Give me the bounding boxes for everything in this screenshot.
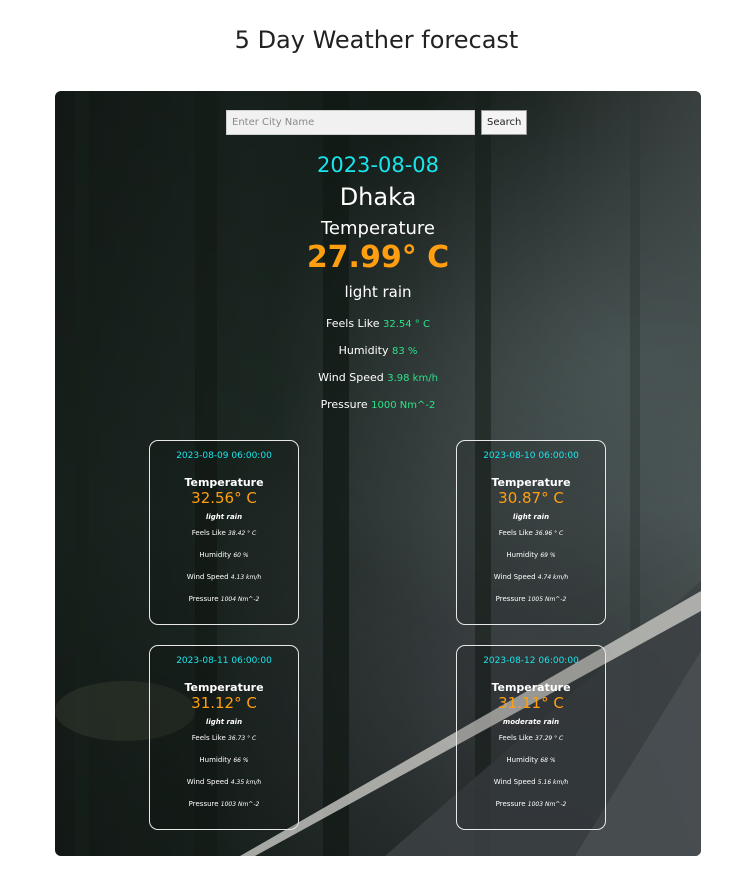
forecast-feels-like: Feels Like 38.42 ° C [150, 529, 298, 537]
stat-label: Feels Like [498, 734, 533, 742]
stat-value: 83 % [391, 346, 418, 357]
stat-label: Humidity [506, 551, 539, 559]
forecast-pressure: Pressure 1004 Nm^-2 [150, 595, 298, 603]
forecast-humidity: Humidity 60 % [150, 551, 298, 559]
stat-label: Humidity [199, 551, 232, 559]
forecast-temperature-label: Temperature [184, 681, 264, 694]
stat-value: 36.96 ° C [535, 530, 564, 537]
stat-label: Pressure [320, 398, 368, 411]
stat-value: 5.16 km/h [537, 779, 569, 786]
current-temperature-label: Temperature [320, 218, 436, 239]
stat-label: Humidity [506, 756, 539, 764]
forecast-temperature: 31.11° C [498, 694, 564, 712]
current-city: Dhaka [339, 183, 417, 211]
stat-label: Feels Like [191, 529, 226, 537]
forecast-feels-like: Feels Like 36.96 ° C [457, 529, 605, 537]
stat-value: 60 % [233, 552, 249, 559]
stat-value: 36.73 ° C [228, 735, 257, 742]
stat-label: Wind Speed [493, 778, 536, 786]
stat-value: 4.13 km/h [230, 574, 262, 581]
stat-value: 38.42 ° C [228, 530, 257, 537]
forecast-wind-speed: Wind Speed 4.13 km/h [150, 573, 298, 581]
city-search-input[interactable] [226, 110, 475, 135]
stat-value: 1004 Nm^-2 [220, 596, 260, 603]
forecast-date: 2023-08-09 06:00:00 [176, 451, 272, 461]
current-feels-like: Feels Like 32.54 ° C [55, 317, 701, 330]
forecast-wind-speed: Wind Speed 4.35 km/h [150, 778, 298, 786]
forecast-card: 2023-08-11 06:00:00 Temperature 31.12° C… [149, 645, 299, 830]
stat-value: 1000 Nm^-2 [371, 400, 436, 411]
forecast-description: moderate rain [502, 718, 560, 726]
current-pressure: Pressure 1000 Nm^-2 [55, 398, 701, 411]
stat-value: 66 % [233, 757, 249, 764]
stat-value: 32.54 ° C [383, 319, 430, 330]
forecast-temperature: 31.12° C [191, 694, 257, 712]
forecast-pressure: Pressure 1005 Nm^-2 [457, 595, 605, 603]
stat-value: 69 % [540, 552, 556, 559]
current-description: light rain [344, 283, 412, 301]
stat-value: 1005 Nm^-2 [527, 596, 567, 603]
stat-label: Wind Speed [493, 573, 536, 581]
forecast-temperature: 32.56° C [191, 489, 257, 507]
forecast-humidity: Humidity 68 % [457, 756, 605, 764]
forecast-wind-speed: Wind Speed 5.16 km/h [457, 778, 605, 786]
forecast-date: 2023-08-10 06:00:00 [483, 451, 579, 461]
forecast-pressure: Pressure 1003 Nm^-2 [457, 800, 605, 808]
search-bar: Search [226, 110, 528, 135]
forecast-feels-like: Feels Like 36.73 ° C [150, 734, 298, 742]
stat-label: Feels Like [191, 734, 226, 742]
current-wind-speed: Wind Speed 3.98 km/h [55, 371, 701, 384]
weather-panel: Search 2023-08-08 Dhaka Temperature 27.9… [55, 91, 701, 856]
stat-label: Wind Speed [318, 371, 384, 384]
stat-label: Humidity [199, 756, 232, 764]
stat-value: 4.35 km/h [230, 779, 262, 786]
stat-value: 37.29 ° C [535, 735, 564, 742]
forecast-date: 2023-08-11 06:00:00 [176, 656, 272, 666]
forecast-humidity: Humidity 69 % [457, 551, 605, 559]
forecast-pressure: Pressure 1003 Nm^-2 [150, 800, 298, 808]
stat-label: Pressure [495, 800, 526, 808]
forecast-wind-speed: Wind Speed 4.74 km/h [457, 573, 605, 581]
forecast-description: light rain [205, 513, 243, 521]
stat-value: 1003 Nm^-2 [527, 801, 567, 808]
stat-value: 68 % [540, 757, 556, 764]
current-humidity: Humidity 83 % [55, 344, 701, 357]
stat-label: Pressure [188, 800, 219, 808]
forecast-date: 2023-08-12 06:00:00 [483, 656, 579, 666]
stat-label: Wind Speed [186, 778, 229, 786]
current-temperature: 27.99° C [306, 240, 450, 275]
search-button[interactable]: Search [481, 110, 528, 135]
forecast-description: light rain [512, 513, 550, 521]
stat-label: Pressure [188, 595, 219, 603]
current-date: 2023-08-08 [316, 153, 440, 177]
stat-value: 3.98 km/h [387, 373, 438, 384]
stat-label: Humidity [338, 344, 389, 357]
stat-label: Feels Like [326, 317, 380, 330]
stat-label: Feels Like [498, 529, 533, 537]
forecast-card: 2023-08-09 06:00:00 Temperature 32.56° C… [149, 440, 299, 625]
forecast-description: light rain [205, 718, 243, 726]
stat-label: Wind Speed [186, 573, 229, 581]
forecast-temperature-label: Temperature [491, 681, 571, 694]
stat-value: 4.74 km/h [537, 574, 569, 581]
forecast-temperature-label: Temperature [184, 476, 264, 489]
forecast-card: 2023-08-10 06:00:00 Temperature 30.87° C… [456, 440, 606, 625]
stat-value: 1003 Nm^-2 [220, 801, 260, 808]
page-title: 5 Day Weather forecast [234, 26, 519, 54]
forecast-temperature-label: Temperature [491, 476, 571, 489]
forecast-temperature: 30.87° C [498, 489, 564, 507]
forecast-feels-like: Feels Like 37.29 ° C [457, 734, 605, 742]
forecast-humidity: Humidity 66 % [150, 756, 298, 764]
forecast-card: 2023-08-12 06:00:00 Temperature 31.11° C… [456, 645, 606, 830]
stat-label: Pressure [495, 595, 526, 603]
